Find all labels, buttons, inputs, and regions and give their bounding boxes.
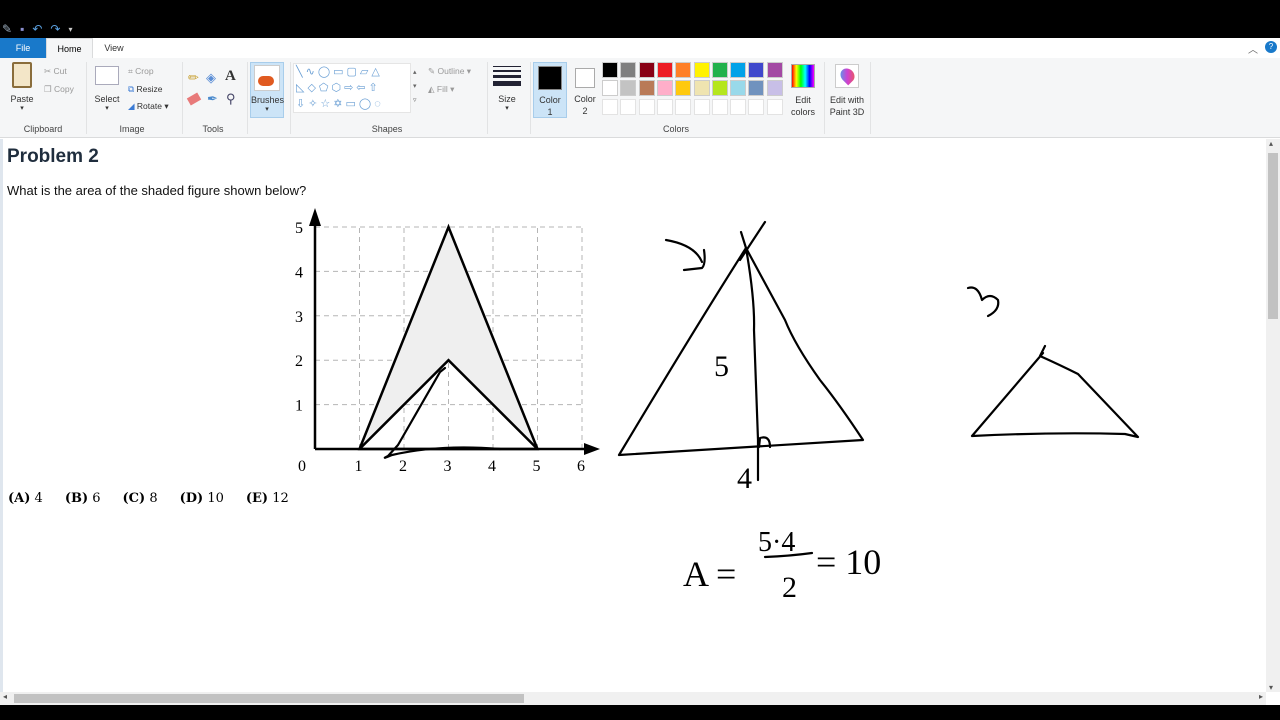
handwritten-equation-denominator: 2 <box>782 571 797 604</box>
handwritten-arrow-icon <box>664 238 706 272</box>
scroll-up-icon[interactable]: ▴ <box>1269 139 1273 148</box>
y-axis-arrow-icon <box>309 208 321 226</box>
scroll-left-icon[interactable]: ◂ <box>3 692 7 701</box>
handwritten-equation-lhs: A = <box>683 554 736 594</box>
horizontal-scrollbar[interactable]: ◂ ▸ <box>0 692 1266 705</box>
y-tick-label: 2 <box>295 353 303 370</box>
horizontal-scroll-thumb[interactable] <box>14 694 524 703</box>
x-tick-label: 4 <box>488 458 496 475</box>
y-tick-label: 3 <box>295 309 303 326</box>
scroll-down-icon[interactable]: ▾ <box>1269 683 1273 692</box>
handwritten-equation-numerator: 5·4 <box>758 527 795 558</box>
help-icon[interactable]: ? <box>1265 41 1277 53</box>
problem-figure: 0 1 2 3 4 5 6 1 2 3 4 5 5 4 A = 5·4 2 = 10 <box>295 208 1140 604</box>
handwritten-arrow-icon <box>966 286 1000 318</box>
x-tick-label: 6 <box>577 458 585 475</box>
x-tick-label: 1 <box>355 458 363 475</box>
handwritten-small-triangle <box>970 344 1140 439</box>
vertical-scroll-thumb[interactable] <box>1268 153 1278 319</box>
x-tick-label: 3 <box>444 458 452 475</box>
x-tick-label: 5 <box>533 458 541 475</box>
vertical-scrollbar[interactable]: ▴ ▾ <box>1266 139 1280 692</box>
scroll-right-icon[interactable]: ▸ <box>1259 692 1263 701</box>
x-tick-label: 0 <box>298 458 306 475</box>
handwritten-equation-rhs: = 10 <box>816 542 881 582</box>
shaded-region <box>359 227 538 449</box>
y-tick-label: 5 <box>295 220 303 237</box>
x-tick-label: 2 <box>399 458 407 475</box>
handwritten-base-label: 4 <box>737 462 752 495</box>
x-axis-arrow-icon <box>584 443 600 455</box>
bottom-bar <box>0 705 1280 720</box>
y-tick-label: 1 <box>295 398 303 415</box>
y-tick-label: 4 <box>295 264 303 281</box>
handwritten-height-label: 5 <box>714 350 729 383</box>
handwritten-triangle <box>617 246 865 457</box>
